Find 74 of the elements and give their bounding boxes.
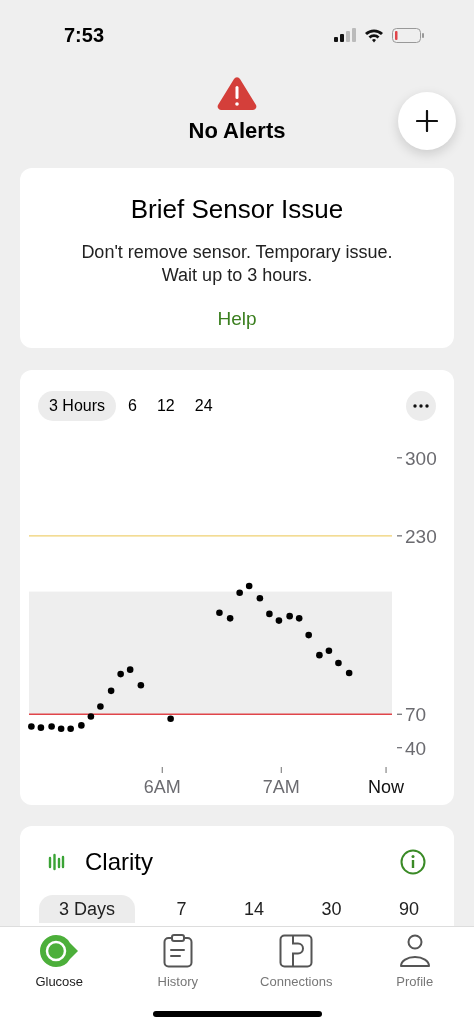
x-tick: [161, 767, 163, 773]
more-icon: [413, 404, 429, 408]
reading-dot: [48, 723, 55, 730]
x-tick: [385, 767, 387, 773]
y-axis-label: 300: [405, 447, 437, 469]
status-time: 7:53: [64, 23, 105, 48]
reading-dot: [28, 723, 35, 730]
help-link[interactable]: Help: [217, 305, 257, 334]
signal-icon: [334, 28, 356, 42]
range-tab[interactable]: 7: [160, 895, 203, 923]
range-tab[interactable]: 3 Days: [39, 895, 136, 923]
connections-icon: [279, 934, 314, 968]
x-tick: [280, 767, 282, 773]
y-tick: [397, 535, 402, 537]
alert-message: Don't remove sensor. Temporary issue. Wait up to 3 hours.: [81, 241, 393, 287]
y-tick: [397, 747, 402, 749]
reading-dot: [286, 612, 293, 620]
reading-dot: [345, 669, 353, 677]
reading-dot: [316, 651, 323, 659]
range-tab[interactable]: 14: [227, 895, 280, 923]
person-icon: [398, 934, 431, 968]
y-tick: [397, 457, 402, 459]
alerts-title: No Alerts: [188, 117, 286, 145]
reading-dot: [266, 610, 273, 618]
battery-icon: [392, 27, 424, 43]
warning-icon: [217, 76, 257, 110]
alert-title: Brief Sensor Issue: [130, 193, 344, 226]
reading-dot: [97, 703, 104, 710]
x-axis-label: Now: [368, 777, 405, 797]
reading-dot: [216, 609, 223, 617]
reading-dot: [57, 725, 65, 733]
reading-dot: [335, 659, 342, 667]
range-tab[interactable]: 30: [305, 895, 358, 923]
range-tab[interactable]: 90: [382, 895, 435, 923]
reading-dot: [78, 722, 85, 729]
glucose-drop-icon: [39, 934, 80, 968]
reading-dot: [305, 631, 312, 639]
reading-dot: [87, 713, 95, 720]
wifi-icon: [364, 27, 384, 43]
reading-dot: [67, 725, 74, 733]
reading-dot: [37, 724, 45, 731]
clipboard-icon: [162, 934, 193, 968]
range-tab[interactable]: 24: [186, 391, 221, 421]
reading-dot: [226, 615, 234, 622]
reading-dot: [325, 647, 333, 654]
reading-dot: [107, 687, 115, 695]
y-tick: [397, 713, 402, 715]
info-icon[interactable]: [400, 849, 426, 875]
tab-bar-item[interactable]: Connections: [237, 933, 356, 992]
y-axis-label: 40: [405, 737, 427, 759]
y-axis-label: 70: [405, 704, 427, 726]
reading-dot: [126, 666, 134, 673]
range-tab[interactable]: 12: [148, 391, 183, 421]
range-tab[interactable]: 3 Hours: [38, 391, 117, 421]
x-axis-label: 7AM: [262, 777, 300, 797]
reading-dot: [295, 615, 303, 622]
range-tab[interactable]: 6: [120, 391, 145, 421]
tab-bar-item[interactable]: Profile: [355, 933, 474, 992]
more-button[interactable]: [406, 391, 436, 421]
add-button[interactable]: [398, 92, 456, 150]
clarity-title: Clarity: [85, 847, 153, 877]
reading-dot: [275, 617, 283, 624]
reading-dot: [245, 582, 253, 590]
plus-icon: [416, 110, 438, 132]
tab-bar-item[interactable]: History: [118, 933, 237, 992]
reading-dot: [167, 715, 174, 722]
bars-icon: [48, 853, 65, 871]
x-axis-label: 6AM: [143, 777, 181, 797]
reading-dot: [137, 681, 145, 689]
y-axis-label: 230: [405, 525, 437, 547]
reading-dot: [256, 595, 264, 602]
reading-dot: [117, 670, 124, 678]
reading-dot: [236, 589, 243, 596]
tab-bar-item[interactable]: Glucose: [0, 933, 119, 992]
